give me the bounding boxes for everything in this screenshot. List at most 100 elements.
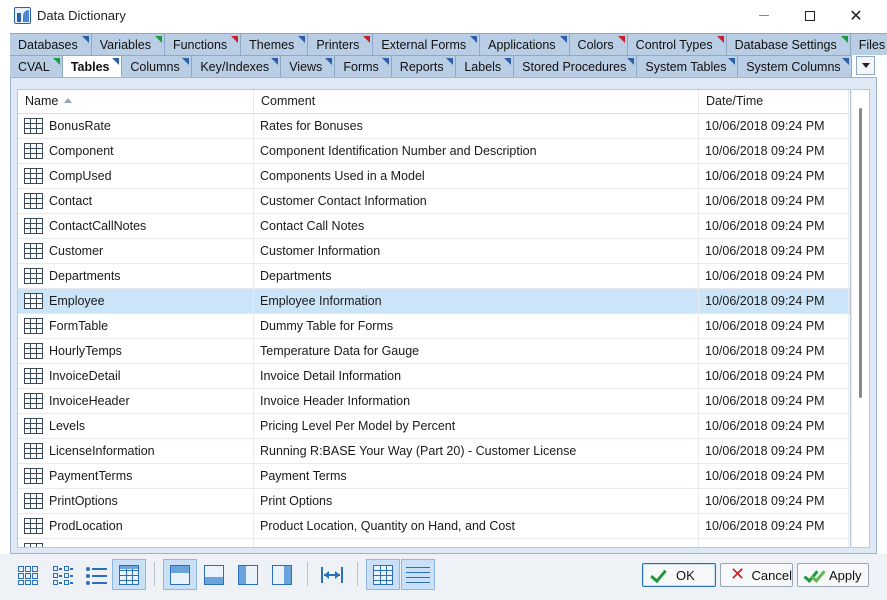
- maximize-icon: [805, 10, 815, 21]
- layout-left-button[interactable]: [231, 559, 265, 590]
- layout-top-button[interactable]: [163, 559, 197, 590]
- tab-functions[interactable]: Functions: [164, 33, 242, 55]
- table-datetime-cell: [699, 539, 849, 547]
- table-row[interactable]: Component Component Identification Number…: [18, 139, 850, 164]
- small-icons-view-button[interactable]: [45, 559, 79, 590]
- tab-list-dropdown-button[interactable]: [856, 56, 875, 75]
- list-view-button[interactable]: [79, 559, 113, 590]
- tab-variables[interactable]: Variables: [91, 33, 165, 55]
- tab-label: Functions: [172, 38, 228, 52]
- tab-labels[interactable]: Labels: [456, 55, 515, 77]
- maximize-button[interactable]: [787, 0, 833, 31]
- table-row[interactable]: FormTable Dummy Table for Forms 10/06/2018…: [18, 314, 850, 339]
- tab-applications[interactable]: Applications: [480, 33, 570, 55]
- table-row[interactable]: Customer Customer Information 10/06/2018 0…: [18, 239, 850, 264]
- details-view-button[interactable]: [112, 559, 146, 590]
- tab-columns[interactable]: Columns: [122, 55, 193, 77]
- table-row[interactable]: Contact Customer Contact Information 10/06…: [18, 189, 850, 214]
- table-row[interactable]: InvoiceDetail Invoice Detail Information 1…: [18, 364, 850, 389]
- table-row[interactable]: CompUsed Components Used in a Model 10/06/…: [18, 164, 850, 189]
- table-datetime-cell: 10/06/2018 09:24 PM: [699, 464, 849, 488]
- row-lines-button[interactable]: [401, 559, 435, 590]
- show-grid-lines-button[interactable]: [366, 559, 400, 590]
- ok-button[interactable]: OK: [642, 563, 716, 587]
- tab-status-flag-icon: [363, 36, 371, 43]
- table-row[interactable]: HourlyTemps Temperature Data for Gauge 10/…: [18, 339, 850, 364]
- tab-status-flag-icon: [231, 36, 239, 43]
- layout-top-icon: [168, 564, 192, 586]
- cancel-button[interactable]: ✕ Cancel: [720, 563, 793, 587]
- table-row[interactable]: ContactCallNotes Contact Call Notes 10/06/…: [18, 214, 850, 239]
- tab-views[interactable]: Views: [281, 55, 336, 77]
- tab-status-flag-icon: [716, 36, 724, 43]
- column-header-datetime[interactable]: Date/Time: [699, 90, 849, 114]
- table-comment-cell: Components Used in a Model: [254, 164, 699, 188]
- table-icon: [24, 443, 43, 459]
- tab-status-flag-icon: [446, 58, 454, 65]
- table-datetime-cell: 10/06/2018 09:24 PM: [699, 439, 849, 463]
- table-comment-cell: Invoice Header Information: [254, 389, 699, 413]
- scrollbar-thumb[interactable]: [859, 108, 862, 398]
- tab-database-settings[interactable]: Database Settings: [726, 33, 851, 55]
- table-row[interactable]: BonusRate Rates for Bonuses 10/06/2018 09:…: [18, 114, 850, 139]
- tab-system-tables[interactable]: System Tables: [637, 55, 739, 77]
- apply-button[interactable]: Apply: [797, 563, 869, 587]
- vertical-scrollbar[interactable]: [852, 89, 870, 548]
- tab-status-flag-icon: [112, 58, 120, 65]
- table-row[interactable]: Levels Pricing Level Per Model by Percent…: [18, 414, 850, 439]
- tab-key-indexes[interactable]: Key/Indexes: [192, 55, 282, 77]
- table-row[interactable]: InvoiceHeader Invoice Header Information 1…: [18, 389, 850, 414]
- data-dictionary-icon: [14, 7, 31, 24]
- tab-label: Colors: [577, 38, 614, 52]
- tab-label: System Tables: [645, 60, 727, 74]
- tables-grid[interactable]: Name Comment Date/Time BonusRate Rates fo…: [17, 89, 851, 548]
- table-row[interactable]: [18, 539, 850, 547]
- table-row[interactable]: PaymentTerms Payment Terms 10/06/2018 09:2…: [18, 464, 850, 489]
- auto-size-columns-button[interactable]: [315, 559, 349, 590]
- tab-cval[interactable]: CVAL: [10, 55, 63, 77]
- tab-status-flag-icon: [842, 58, 849, 65]
- tab-reports[interactable]: Reports: [391, 55, 457, 77]
- table-row[interactable]: PrintOptions Print Options 10/06/2018 09:2…: [18, 489, 850, 514]
- tab-label: Databases: [18, 38, 78, 52]
- table-row[interactable]: ProdLocation Product Location, Quantity o…: [18, 514, 850, 539]
- table-row[interactable]: LicenseInformation Running R:BASE Your Wa…: [18, 439, 850, 464]
- tab-external-forms[interactable]: External Forms: [373, 33, 481, 55]
- tab-colors[interactable]: Colors: [569, 33, 628, 55]
- tab-control-types[interactable]: Control Types: [627, 33, 727, 55]
- table-row[interactable]: Departments Departments 10/06/2018 09:24 P…: [18, 264, 850, 289]
- table-comment-cell: Running R:BASE Your Way (Part 20) - Cust…: [254, 439, 699, 463]
- minimize-button[interactable]: [741, 0, 787, 31]
- close-button[interactable]: ✕: [833, 0, 879, 31]
- tab-themes[interactable]: Themes: [241, 33, 309, 55]
- tab-label: Forms: [343, 60, 379, 74]
- table-name-cell: Component: [18, 139, 254, 163]
- table-name-cell: Employee: [18, 289, 254, 313]
- table-name-cell: PrintOptions: [18, 489, 254, 513]
- table-row[interactable]: Employee Employee Information 10/06/2018 0…: [18, 289, 850, 314]
- grid-rows: BonusRate Rates for Bonuses 10/06/2018 09:…: [18, 114, 850, 547]
- tab-databases[interactable]: Databases: [10, 33, 92, 55]
- tab-status-flag-icon: [728, 58, 736, 65]
- tab-stored-procedures[interactable]: Stored Procedures: [514, 55, 638, 77]
- layout-bottom-button[interactable]: [197, 559, 231, 590]
- tab-label: Labels: [464, 60, 502, 74]
- table-icon: [24, 243, 43, 259]
- tab-system-columns[interactable]: System Columns: [738, 55, 852, 77]
- tab-label: System Columns: [746, 60, 841, 74]
- tab-printers[interactable]: Printers: [308, 33, 374, 55]
- list-view-icon: [84, 564, 108, 586]
- table-icon: [24, 218, 43, 234]
- table-icon: [24, 368, 43, 384]
- tab-label: CVAL: [18, 60, 50, 74]
- layout-right-button[interactable]: [265, 559, 299, 590]
- tab-files[interactable]: Files: [850, 33, 887, 55]
- tab-tables[interactable]: Tables: [62, 55, 123, 77]
- table-icon: [24, 343, 43, 359]
- column-header-comment[interactable]: Comment: [254, 90, 699, 114]
- column-header-name[interactable]: Name: [18, 90, 254, 114]
- tab-label: Reports: [399, 60, 444, 74]
- large-icons-view-button[interactable]: [11, 559, 45, 590]
- tab-forms[interactable]: Forms: [335, 55, 392, 77]
- tab-status-flag-icon: [470, 36, 478, 43]
